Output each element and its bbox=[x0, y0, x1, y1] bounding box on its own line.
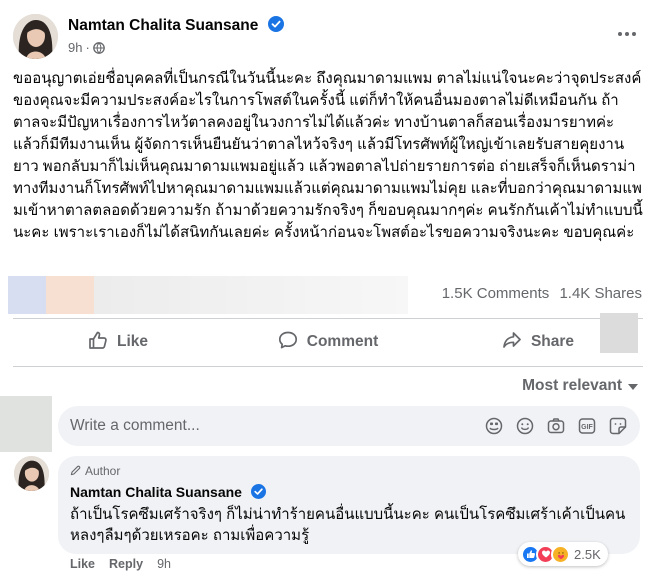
dot-icon bbox=[618, 32, 622, 36]
svg-text:GIF: GIF bbox=[581, 424, 593, 431]
comment-text: ถ้าเป็นโรคซึมเศร้าจริงๆ ก็ไม่น่าทำร้ายคน… bbox=[70, 506, 626, 544]
sort-label: Most relevant bbox=[522, 377, 622, 394]
meta-separator: · bbox=[85, 40, 90, 55]
comment-input-tools: GIF bbox=[484, 416, 628, 436]
blurred-region bbox=[0, 396, 52, 452]
like-label: Like bbox=[116, 333, 148, 350]
dot-icon bbox=[625, 32, 629, 36]
comment-time[interactable]: 9h bbox=[157, 557, 171, 571]
divider bbox=[13, 318, 643, 319]
post-author-label[interactable]: Namtan Chalita Suansane bbox=[68, 17, 258, 34]
share-label: Share bbox=[530, 333, 575, 350]
camera-icon[interactable] bbox=[546, 416, 566, 436]
post-time[interactable]: 9h bbox=[68, 40, 82, 55]
comment-sort-dropdown[interactable]: Most relevant bbox=[522, 377, 638, 395]
share-arrow-icon bbox=[502, 330, 522, 355]
post-more-options-button[interactable] bbox=[611, 22, 643, 46]
commenter-avatar[interactable] bbox=[14, 456, 49, 491]
blurred-region bbox=[600, 313, 638, 353]
like-button[interactable]: Like bbox=[13, 321, 223, 363]
author-avatar[interactable] bbox=[13, 14, 58, 59]
verified-badge-icon bbox=[250, 484, 266, 502]
comment-bubble: Author Namtan Chalita Suansane ถ้าเป็นโร… bbox=[58, 456, 640, 554]
speech-bubble-icon bbox=[278, 330, 298, 355]
comment-author-name[interactable]: Namtan Chalita Suansane bbox=[70, 484, 266, 502]
shares-count[interactable]: 1.4K Shares bbox=[559, 285, 642, 302]
comment-author-label[interactable]: Namtan Chalita Suansane bbox=[70, 484, 242, 500]
comment-reactions-pill[interactable]: 2.5K bbox=[518, 542, 608, 566]
pencil-icon bbox=[70, 465, 81, 476]
emoji-icon[interactable] bbox=[515, 416, 535, 436]
dot-icon bbox=[632, 32, 636, 36]
comment-input[interactable]: Write a comment... GIF bbox=[58, 406, 640, 446]
comment-reply-button[interactable]: Reply bbox=[109, 557, 143, 571]
avatar-sticker-icon[interactable] bbox=[484, 416, 504, 436]
care-icon bbox=[551, 544, 570, 564]
verified-badge-icon bbox=[267, 16, 284, 37]
sticker-icon[interactable] bbox=[608, 416, 628, 436]
reaction-blur bbox=[94, 276, 408, 314]
globe-icon[interactable] bbox=[92, 42, 105, 57]
comment-input-placeholder[interactable]: Write a comment... bbox=[70, 417, 200, 435]
gif-icon[interactable]: GIF bbox=[577, 416, 597, 436]
post-author-name[interactable]: Namtan Chalita Suansane bbox=[68, 16, 284, 37]
reaction-blur bbox=[46, 276, 94, 314]
comment-reaction-count: 2.5K bbox=[574, 546, 601, 562]
caret-down-icon bbox=[628, 384, 638, 390]
post-actions-bar: Like Comment Share bbox=[13, 321, 643, 363]
reaction-blur bbox=[8, 276, 46, 314]
author-badge-label: Author bbox=[85, 464, 121, 478]
post-stats: 1.5K Comments 1.4K Shares bbox=[436, 285, 642, 302]
post-meta: 9h · bbox=[68, 40, 105, 57]
author-badge: Author bbox=[70, 464, 120, 478]
post-header: Namtan Chalita Suansane 9h · bbox=[13, 14, 643, 60]
post-body-text: ขออนุญาตเอ่ยชื่อบุคคลที่เป็นกรณีในวันนี้… bbox=[13, 70, 643, 241]
post-reactions-summary[interactable] bbox=[8, 276, 408, 314]
comments-count[interactable]: 1.5K Comments bbox=[442, 285, 550, 302]
comment-actions: Like Reply 9h bbox=[70, 557, 171, 571]
comment-label: Comment bbox=[306, 333, 379, 350]
comment-button[interactable]: Comment bbox=[223, 321, 433, 363]
comment-like-button[interactable]: Like bbox=[70, 557, 95, 571]
thumbs-up-icon bbox=[88, 330, 108, 355]
divider bbox=[13, 366, 643, 367]
